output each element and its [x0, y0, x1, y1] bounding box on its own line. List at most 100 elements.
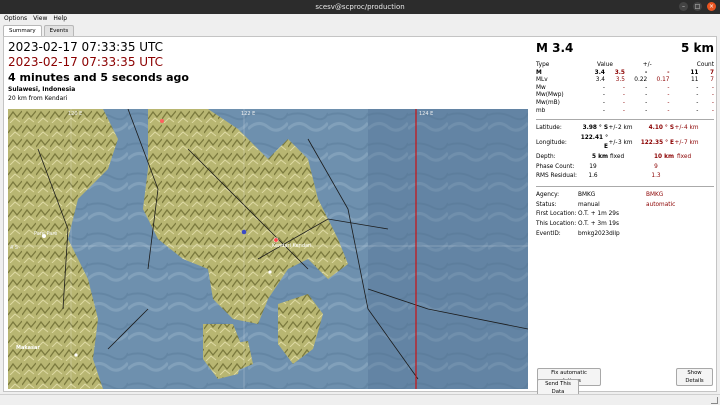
table-row: Phase Count: 19 9 [536, 163, 714, 173]
city-label-kendari: Kendari Kendari [272, 243, 312, 249]
agency-table: Agency: BMKG BMKG Status: manual automat… [536, 191, 714, 240]
col-count: Count [696, 62, 714, 68]
menu-options[interactable]: Options [4, 14, 27, 24]
minimize-icon[interactable]: – [679, 2, 688, 11]
resize-grip-icon[interactable] [711, 397, 718, 404]
event-id-label: EventID: [536, 230, 561, 237]
rms-label: RMS Residual: [536, 173, 577, 180]
map-canvas[interactable]: 120 E 122 E 124 E 4 S Pare Pare Kendari … [8, 109, 528, 389]
row-value-1: 3.4 [594, 69, 605, 76]
origin-time-alt: 2023-02-17 07:33:35 UTC [8, 55, 164, 69]
table-row: First Location: O.T. + 1m 29s [536, 210, 714, 220]
epicenter-marker[interactable] [273, 237, 279, 243]
table-row: Agency: BMKG BMKG [536, 191, 714, 201]
row-pm-1: 0.22 [634, 77, 648, 84]
latitude-pm-alt: +/- [674, 125, 684, 132]
table-row: Mw(mB) - - - - - - [536, 100, 714, 108]
phase-count-value-alt: 9 [654, 163, 658, 170]
station-marker[interactable] [241, 229, 247, 235]
event-map[interactable]: 120 E 122 E 124 E 4 S Pare Pare Kendari … [8, 109, 528, 389]
menu-view[interactable]: View [33, 14, 47, 24]
maximize-icon[interactable]: □ [693, 2, 702, 11]
row-count-1: - [696, 92, 699, 99]
event-id-value: bmkg2023dilp [578, 230, 620, 237]
divider [536, 185, 714, 187]
row-pm-1: - [644, 69, 648, 76]
window-title: scesv@scproc/production [315, 3, 405, 11]
row-count-1: 11 [691, 77, 699, 84]
table-row: Depth: 5 km fixed 10 km fixed [536, 153, 714, 163]
agency-value-alt: BMKG [646, 191, 664, 198]
agency-label: Agency: [536, 191, 560, 198]
lat-label-4s: 4 S [10, 245, 18, 251]
row-value-1: - [602, 92, 605, 99]
city-dot-makasar [74, 353, 78, 357]
table-row: EventID: bmkg2023dilp [536, 230, 714, 240]
table-row: Latitude: 3.98 ° S +/- 2 km 4.10 ° S +/-… [536, 124, 714, 134]
row-count-2: - [711, 84, 714, 91]
lon-label-124: 124 E [419, 111, 433, 117]
row-value-1: 3.4 [595, 77, 605, 84]
this-location-value: O.T. + 3m 19s [578, 221, 619, 228]
row-value-2: - [622, 92, 625, 99]
depth-field-alt: 10 km [654, 153, 674, 160]
longitude-unc-alt: 7 km [684, 139, 699, 146]
menu-help[interactable]: Help [53, 14, 67, 24]
event-marker-secondary[interactable] [160, 119, 164, 123]
latitude-unc-alt: 4 km [684, 125, 699, 132]
row-value-2: - [622, 84, 625, 91]
rms-value: 1.6 [588, 173, 598, 180]
row-pm-2: - [667, 99, 670, 106]
table-row: This Location: O.T. + 3m 19s [536, 220, 714, 230]
latitude-pm: +/- [608, 125, 618, 132]
row-count-2: 7 [709, 69, 714, 76]
agency-value: BMKG [578, 191, 596, 198]
show-details-button[interactable]: Show Details [676, 368, 713, 386]
nearest-city: 20 km from Kendari [8, 95, 68, 102]
table-row: Status: manual automatic [536, 201, 714, 211]
longitude-value-alt: 122.35 ° E [640, 139, 674, 146]
row-count-1: - [696, 99, 699, 106]
table-row: Mw(Mwp) - - - - - - [536, 92, 714, 100]
table-row: M 3.4 3.5 - - 11 7 [536, 70, 714, 78]
latitude-value: 3.98 ° S [582, 125, 608, 132]
magnitude-table: Type Value +/- Count M 3.4 3.5 - - 11 7 … [536, 62, 714, 115]
magnitude-depth-header: M 3.4 5 km [536, 40, 714, 56]
col-type: Type [536, 62, 550, 68]
elapsed-time: 4 minutes and 5 seconds ago [8, 71, 189, 84]
status-value-alt: automatic [646, 201, 676, 208]
row-type: M [536, 69, 542, 76]
row-value-2: - [622, 107, 625, 114]
status-value: manual [578, 201, 600, 208]
lon-label-122: 122 E [241, 111, 255, 117]
row-pm-2: - [667, 69, 670, 76]
info-panel: M 3.4 5 km Type Value +/- Count M 3.4 3.… [536, 40, 714, 240]
row-value-1: - [602, 84, 605, 91]
first-location-value: O.T. + 1m 29s [578, 211, 619, 218]
col-value: Value [596, 62, 613, 68]
row-type: mb [536, 107, 546, 114]
tab-events[interactable]: Events [43, 25, 75, 36]
table-row: mb - - - - - - [536, 108, 714, 116]
close-icon[interactable]: × [707, 2, 716, 11]
row-value-2: 3.5 [615, 77, 625, 84]
first-location-label: First Location: [536, 211, 577, 218]
rms-value-alt: 1.3 [651, 173, 661, 180]
summary-panel: 2023-02-17 07:33:35 UTC 2023-02-17 07:33… [3, 36, 717, 397]
city-label-parepare: Pare Pare [34, 231, 57, 237]
depth-field: 5 km [592, 153, 608, 160]
region-name: Sulawesi, Indonesia [8, 86, 76, 93]
table-row: Mw - - - - - - [536, 85, 714, 93]
longitude-label: Longitude: [536, 139, 567, 146]
row-pm-1: - [645, 84, 648, 91]
tab-summary[interactable]: Summary [3, 25, 42, 36]
row-count-2: 7 [710, 77, 714, 84]
menu-bar: Options View Help [0, 14, 720, 24]
row-value-2: 3.5 [614, 69, 625, 76]
depth-value: 5 km [680, 41, 714, 55]
table-row: Longitude: 122.41 ° E +/- 3 km 122.35 ° … [536, 134, 714, 153]
latitude-value-alt: 4.10 ° S [648, 125, 674, 132]
latitude-unc: 2 km [618, 125, 633, 132]
row-type: MLv [536, 77, 548, 84]
table-row: MLv 3.4 3.5 0.22 0.17 11 7 [536, 77, 714, 85]
